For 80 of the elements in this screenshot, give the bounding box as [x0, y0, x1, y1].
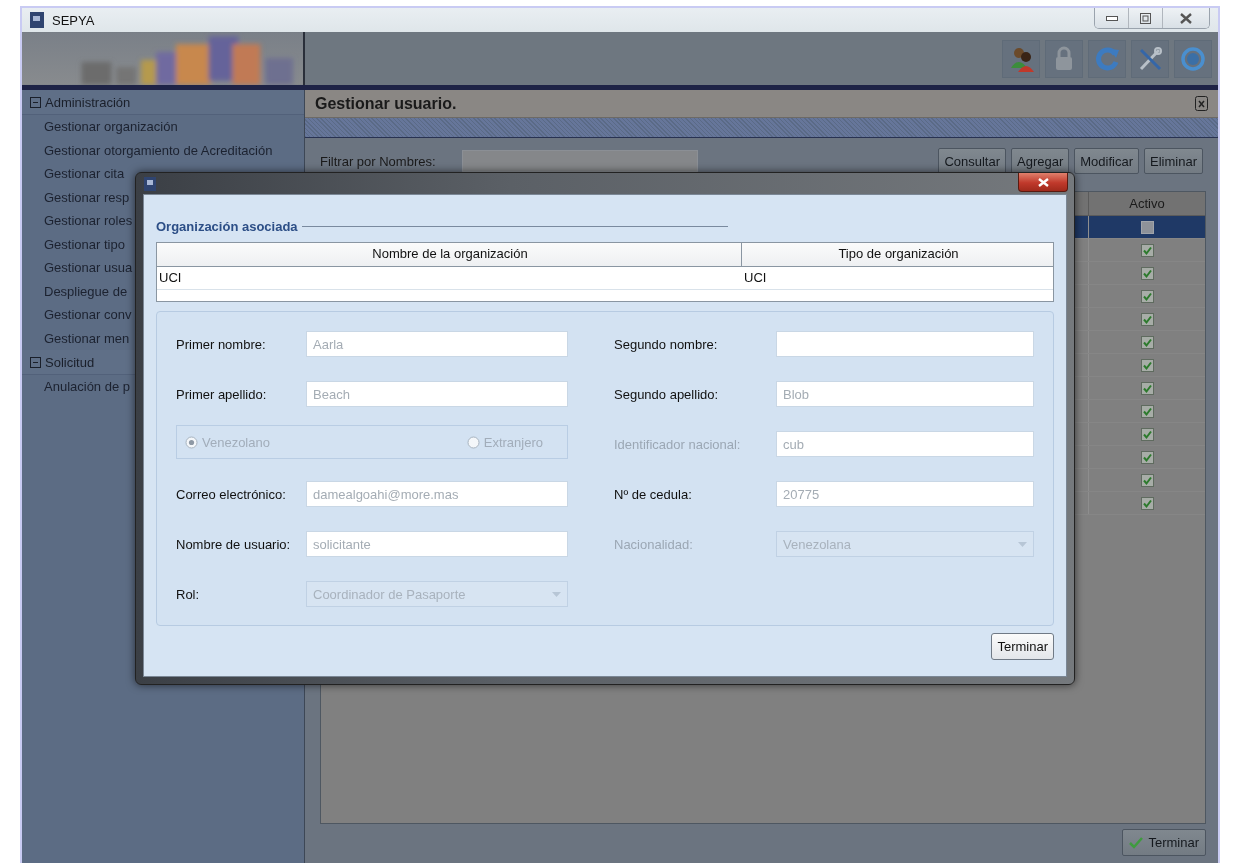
filter-label: Filtrar por Nombres:: [320, 153, 437, 169]
sidebar-item[interactable]: Gestionar roles: [44, 209, 133, 233]
toolbar-button[interactable]: Eliminar: [1144, 148, 1203, 174]
collapse-icon[interactable]: [30, 96, 41, 108]
maximize-button[interactable]: [1129, 8, 1163, 28]
sidebar-item[interactable]: Gestionar usua: [44, 256, 133, 280]
users-button[interactable]: [1002, 39, 1040, 78]
checkbox[interactable]: [1140, 312, 1154, 326]
check-icon: [1129, 836, 1144, 849]
caret-icon: [1018, 541, 1027, 547]
field-label: Nombre de usuario:: [176, 536, 292, 552]
field-label: Rol:: [176, 586, 201, 602]
toolbar-button[interactable]: Modificar: [1074, 148, 1140, 174]
close-icon[interactable]: [1195, 96, 1208, 111]
group-title: Organización asociada: [156, 219, 298, 234]
sidebar-item[interactable]: Gestionar men: [44, 326, 130, 350]
caret-icon: [552, 591, 561, 597]
sidebar-item[interactable]: Gestionar cita: [44, 162, 125, 186]
finish-button[interactable]: Terminar: [1122, 829, 1206, 856]
field-label: Correo electrónico:: [176, 486, 287, 502]
minimize-button[interactable]: [1095, 8, 1129, 28]
window-title: SEPYA: [52, 12, 95, 28]
close-icon: [1180, 12, 1192, 24]
table-cell-text: UCI: [158, 269, 183, 287]
input-field[interactable]: Aarla: [306, 331, 568, 357]
checkbox[interactable]: [1140, 427, 1154, 441]
column-header: Activo: [1088, 192, 1205, 215]
checkbox[interactable]: [1140, 289, 1154, 303]
checkbox[interactable]: [1140, 266, 1154, 280]
field-label: Nº de cedula:: [614, 486, 693, 502]
field-label: Nacionalidad:: [614, 536, 694, 552]
sidebar-item[interactable]: Gestionar otorgamiento de Acreditación: [44, 138, 273, 162]
filter-field[interactable]: [462, 150, 698, 172]
field-label: Segundo nombre:: [614, 336, 719, 352]
finish-button[interactable]: Terminar: [991, 633, 1054, 660]
table-cell-text: UCI: [743, 269, 768, 287]
close-icon: [1037, 177, 1049, 187]
sidebar-item[interactable]: Despliegue de: [44, 279, 128, 303]
checkbox[interactable]: [1140, 496, 1154, 510]
input-field[interactable]: Beach: [306, 381, 568, 407]
checkbox[interactable]: [1140, 381, 1154, 395]
minimize-icon: [1105, 14, 1118, 22]
sidebar-item[interactable]: Gestionar organización: [44, 115, 178, 139]
checkbox[interactable]: [1140, 358, 1154, 372]
sidebar-item[interactable]: Gestionar resp: [44, 185, 130, 209]
input-field[interactable]: solicitante: [306, 531, 568, 557]
checkbox[interactable]: [1140, 450, 1154, 464]
ring-button[interactable]: [1174, 39, 1212, 78]
tools-button[interactable]: [1131, 39, 1169, 78]
close-button[interactable]: [1018, 173, 1068, 192]
input-field[interactable]: damealgoahi@more.mas: [306, 481, 568, 507]
sidebar-item[interactable]: Gestionar conv: [44, 303, 132, 327]
column-header: Tipo de organización: [837, 245, 960, 263]
section-header[interactable]: Administración: [45, 94, 131, 110]
column-header: Nombre de la organización: [157, 243, 742, 266]
checkbox[interactable]: [1140, 473, 1154, 487]
lock-button[interactable]: [1045, 39, 1083, 78]
field-label: Primer apellido:: [176, 386, 268, 402]
toolbar-button[interactable]: Consultar: [938, 148, 1007, 174]
checkbox[interactable]: [1140, 243, 1154, 257]
page-title: Gestionar usuario.: [315, 94, 457, 113]
app-icon: [144, 176, 156, 191]
checkbox[interactable]: [1140, 220, 1154, 234]
section-header[interactable]: Solicitud: [45, 354, 95, 370]
checkbox[interactable]: [1140, 335, 1154, 349]
maximize-icon: [1140, 12, 1151, 24]
input-field[interactable]: 20775: [776, 481, 1034, 507]
refresh-button[interactable]: [1088, 39, 1126, 78]
field-label: Primer nombre:: [176, 336, 267, 352]
app-icon: [30, 12, 44, 28]
close-button[interactable]: [1163, 8, 1209, 28]
field-label: Segundo apellido:: [614, 386, 720, 402]
checkbox[interactable]: [1140, 404, 1154, 418]
collapse-icon[interactable]: [30, 356, 41, 368]
input-field[interactable]: Blob: [776, 381, 1034, 407]
sidebar-item[interactable]: Gestionar tipo: [44, 232, 125, 256]
field-label: Identificador nacional:: [614, 436, 742, 452]
toolbar-button[interactable]: Agregar: [1011, 148, 1070, 174]
input-field[interactable]: [776, 331, 1034, 357]
sidebar-item[interactable]: Anulación de p: [44, 375, 130, 399]
